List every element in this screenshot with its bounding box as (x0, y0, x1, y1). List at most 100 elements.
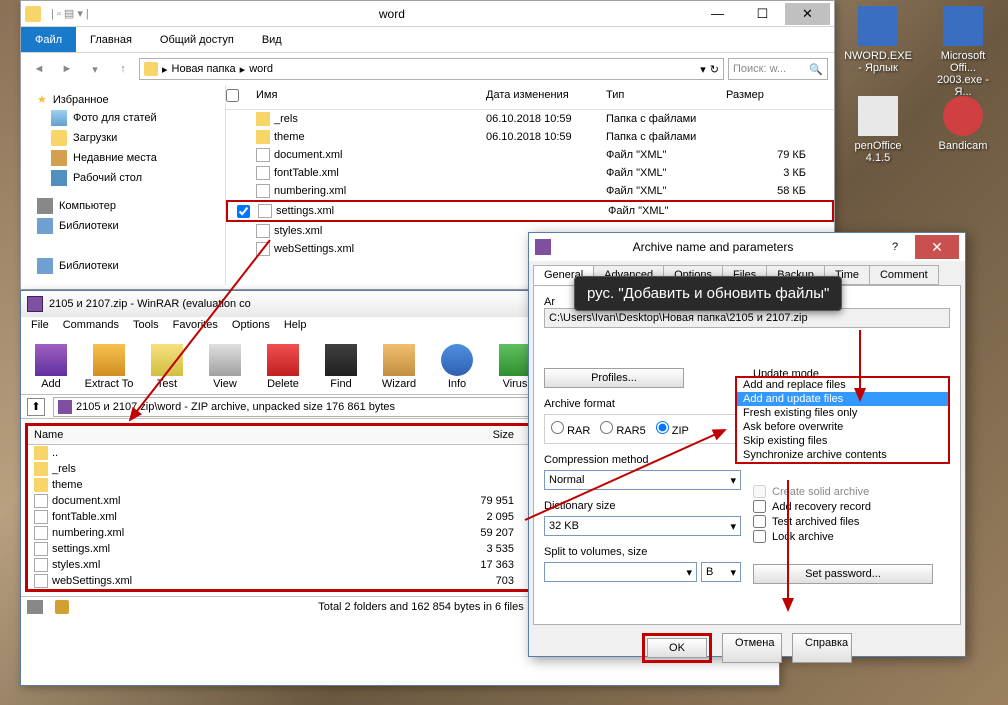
file-row[interactable]: numbering.xmlФайл "XML"58 КБ (226, 182, 834, 200)
breadcrumb-item[interactable]: word (249, 63, 273, 75)
split-unit-select[interactable]: B▾ (701, 562, 741, 582)
sidebar-item[interactable]: Фото для статей (21, 108, 225, 128)
ok-button[interactable]: OK (647, 638, 707, 658)
file-name: _rels (274, 113, 298, 125)
forward-button[interactable]: ► (55, 57, 79, 81)
file-icon (256, 166, 270, 180)
dropdown-icon[interactable]: ▾ (700, 63, 706, 76)
close-button[interactable]: ✕ (785, 3, 830, 25)
menu-item[interactable]: Options (232, 319, 270, 337)
file-row[interactable]: settings.xmlФайл "XML" (226, 200, 834, 222)
file-row[interactable]: document.xmlФайл "XML"79 КБ (226, 146, 834, 164)
dictionary-label: Dictionary size (544, 500, 741, 512)
sidebar-label: Рабочий стол (73, 172, 142, 184)
minimize-button[interactable]: — (695, 3, 740, 25)
set-password-button[interactable]: Set password... (753, 564, 933, 584)
dropdown-item[interactable]: Synchronize archive contents (737, 448, 948, 462)
option-recovery[interactable]: Add recovery record (753, 499, 950, 514)
back-button[interactable]: ◄ (27, 57, 51, 81)
help-button[interactable]: Справка (792, 633, 852, 663)
file-row[interactable]: fontTable.xmlФайл "XML"3 КБ (226, 164, 834, 182)
desktop-icon[interactable]: Microsoft Offi... 2003.exe - Я... (928, 6, 998, 98)
up-button[interactable]: ⬆ (27, 398, 45, 416)
info-icon (441, 344, 473, 376)
menu-item[interactable]: Tools (133, 319, 159, 337)
dialog-title: Archive name and parameters (551, 240, 875, 254)
computer-icon (37, 198, 53, 214)
picture-icon (51, 110, 67, 126)
column-type[interactable]: Тип (606, 89, 726, 105)
select-all-checkbox[interactable] (226, 89, 239, 102)
close-button[interactable]: ✕ (915, 235, 959, 259)
address-bar[interactable]: ▸ Новая папка ▸ word ▾ ↻ (139, 58, 724, 80)
sidebar-item[interactable]: Недавние места (21, 148, 225, 168)
archive-name-input[interactable] (544, 308, 950, 328)
menu-item[interactable]: Help (284, 319, 307, 337)
titlebar[interactable]: | ▫ ▤ ▾ | word — ☐ ✕ (21, 1, 834, 27)
file-row[interactable]: _rels06.10.2018 10:59Папка с файлами (226, 110, 834, 128)
add-button[interactable]: Add (23, 341, 79, 392)
sidebar-computer[interactable]: Компьютер (21, 196, 225, 216)
refresh-icon[interactable]: ↻ (710, 63, 719, 76)
column-date[interactable]: Дата изменения (486, 89, 606, 105)
file-row[interactable]: theme06.10.2018 10:59Папка с файлами (226, 128, 834, 146)
sidebar-libraries[interactable]: Библиотеки (21, 216, 225, 236)
dropdown-item[interactable]: Fresh existing files only (737, 406, 948, 420)
option-test[interactable]: Test archived files (753, 514, 950, 529)
column-name[interactable]: Имя (256, 89, 486, 105)
column-name[interactable]: Name (34, 429, 444, 441)
archive-label: Ar (544, 296, 555, 308)
titlebar[interactable]: Archive name and parameters ? ✕ (529, 233, 965, 261)
tab-comment[interactable]: Comment (869, 265, 939, 285)
menu-item[interactable]: File (31, 319, 49, 337)
file-tab[interactable]: Файл (21, 27, 76, 52)
delete-button[interactable]: Delete (255, 341, 311, 392)
format-rar[interactable]: RAR (551, 421, 590, 437)
sidebar-item[interactable]: Загрузки (21, 128, 225, 148)
ribbon-tab[interactable]: Вид (248, 27, 296, 52)
view-button[interactable]: View (197, 341, 253, 392)
extract-button[interactable]: Extract To (81, 341, 137, 392)
history-button[interactable]: ▾ (83, 57, 107, 81)
find-button[interactable]: Find (313, 341, 369, 392)
breadcrumb-item[interactable]: ▸ (162, 63, 168, 76)
ribbon-tab[interactable]: Главная (76, 27, 146, 52)
menu-item[interactable]: Favorites (173, 319, 218, 337)
option-lock[interactable]: Lock archive (753, 529, 950, 544)
wizard-button[interactable]: Wizard (371, 341, 427, 392)
file-size: 79 КБ (726, 149, 806, 161)
row-checkbox[interactable] (237, 205, 250, 218)
cancel-button[interactable]: Отмена (722, 633, 782, 663)
menu-item[interactable]: Commands (63, 319, 119, 337)
test-button[interactable]: Test (139, 341, 195, 392)
format-zip[interactable]: ZIP (656, 421, 689, 437)
format-rar5[interactable]: RAR5 (600, 421, 645, 437)
file-size: 17 363 (444, 559, 514, 571)
breadcrumb-item[interactable]: Новая папка (172, 63, 236, 75)
tool-label: Extract To (85, 378, 134, 390)
help-button[interactable]: ? (875, 241, 915, 253)
ribbon-tab[interactable]: Общий доступ (146, 27, 248, 52)
dictionary-select[interactable]: 32 KB▾ (544, 516, 741, 536)
dropdown-item-selected[interactable]: Add and update files (737, 392, 948, 406)
split-size-input[interactable]: ▾ (544, 562, 697, 582)
desktop-icon[interactable]: penOffice 4.1.5 (843, 96, 913, 164)
column-size[interactable]: Размер (726, 89, 806, 105)
maximize-button[interactable]: ☐ (740, 3, 785, 25)
profiles-button[interactable]: Profiles... (544, 368, 684, 388)
lock-icon (55, 600, 69, 614)
compression-select[interactable]: Normal▾ (544, 470, 741, 490)
desktop-icon[interactable]: NWORD.EXE - Ярлык (843, 6, 913, 74)
sidebar-item[interactable]: Рабочий стол (21, 168, 225, 188)
up-button[interactable]: ↑ (111, 57, 135, 81)
dropdown-item[interactable]: Add and replace files (737, 378, 948, 392)
sidebar-libraries[interactable]: Библиотеки (21, 256, 225, 276)
file-type: Файл "XML" (606, 149, 726, 161)
info-button[interactable]: Info (429, 341, 485, 392)
search-input[interactable]: Поиск: w... 🔍 (728, 58, 828, 80)
dropdown-item[interactable]: Ask before overwrite (737, 420, 948, 434)
dropdown-item[interactable]: Skip existing files (737, 434, 948, 448)
column-size[interactable]: Size (444, 429, 514, 441)
sidebar-favorites[interactable]: ★ Избранное (21, 91, 225, 108)
desktop-icon[interactable]: Bandicam (928, 96, 998, 152)
